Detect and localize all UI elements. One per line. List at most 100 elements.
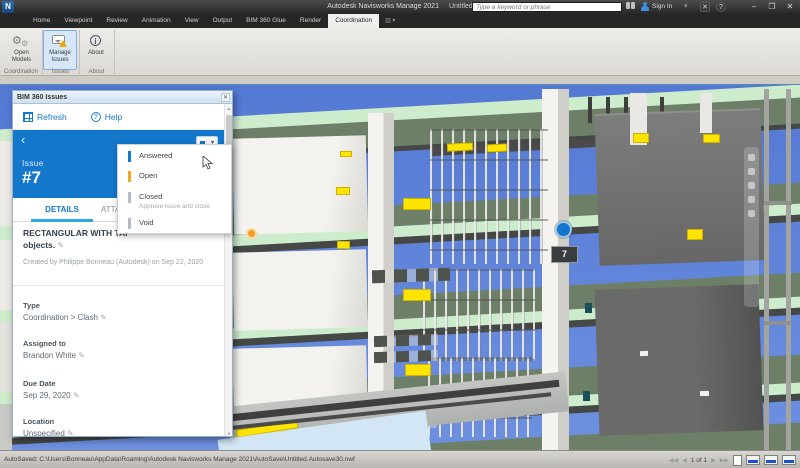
next-sheet-icon[interactable]: ▶ bbox=[711, 457, 716, 464]
field-duedate-label: Due Date bbox=[23, 379, 56, 388]
tab-render[interactable]: Render bbox=[293, 14, 328, 28]
field-assigned-value[interactable]: Brandon White ✎ bbox=[23, 351, 85, 360]
tab-home[interactable]: Home bbox=[26, 14, 57, 28]
issue-status-menu: Answered Open Closed Approve issue and c… bbox=[117, 144, 232, 234]
yellow-equipment bbox=[703, 134, 720, 143]
ribbon-underline bbox=[0, 76, 800, 84]
open-color-bar bbox=[128, 171, 131, 182]
edit-duedate-icon[interactable]: ✎ bbox=[73, 391, 80, 400]
open-models-button[interactable]: ⚙⚙ Open Models bbox=[3, 30, 40, 70]
tab-details[interactable]: DETAILS bbox=[31, 198, 93, 222]
yellow-duct bbox=[447, 142, 473, 151]
closed-color-bar bbox=[128, 192, 131, 203]
yellow-equipment bbox=[337, 241, 350, 249]
group-coordination: Coordination bbox=[0, 68, 42, 76]
fixture bbox=[585, 303, 592, 313]
restore-button[interactable]: ❐ bbox=[766, 2, 778, 12]
first-sheet-icon[interactable]: ◀◀ bbox=[669, 457, 678, 464]
scroll-down-icon[interactable]: ▼ bbox=[225, 429, 233, 437]
window-title: Autodesk Navisworks Manage 2021 Untitled bbox=[0, 0, 800, 14]
menu-item-closed[interactable]: Closed Approve issue and close bbox=[118, 190, 231, 214]
issue-pin-orange[interactable] bbox=[246, 228, 257, 239]
about-button[interactable]: i About bbox=[80, 30, 112, 70]
wall-sliver bbox=[0, 141, 12, 226]
refresh-icon bbox=[23, 112, 33, 122]
cursor-pointer bbox=[202, 156, 214, 170]
edit-location-icon[interactable]: ✎ bbox=[67, 429, 74, 437]
field-type-value[interactable]: Coordination > Clash ✎ bbox=[23, 313, 107, 322]
group-issues: Issues bbox=[42, 68, 79, 76]
minimize-button[interactable]: – bbox=[748, 2, 760, 12]
mullion bbox=[764, 89, 769, 450]
mullion-crossbar bbox=[764, 201, 792, 205]
yellow-equipment bbox=[403, 289, 431, 301]
memory-indicator-icon[interactable] bbox=[782, 455, 796, 465]
panel-close-icon[interactable]: ✕ bbox=[221, 93, 230, 102]
tab-viewpoint[interactable]: Viewpoint bbox=[57, 14, 99, 28]
issue-pin-label[interactable]: 7 bbox=[551, 246, 578, 263]
floor-grille bbox=[372, 268, 450, 284]
tab-output[interactable]: Output bbox=[206, 14, 240, 28]
menu-item-answered[interactable]: Answered bbox=[118, 149, 231, 165]
sheet-browser-icon[interactable] bbox=[733, 455, 742, 466]
floor-grille bbox=[374, 350, 438, 363]
sign-in-caret-icon[interactable]: ▾ bbox=[684, 2, 688, 12]
ribbon-tab-bar: Home Viewpoint Review Animation View Out… bbox=[0, 14, 800, 28]
app-title: Autodesk Navisworks Manage 2021 bbox=[327, 3, 439, 10]
ribbon-group-labels: Coordination Issues About bbox=[0, 68, 800, 76]
yellow-equipment bbox=[405, 364, 431, 376]
yellow-equipment bbox=[403, 198, 431, 210]
user-icon[interactable] bbox=[641, 2, 649, 12]
field-duedate-value[interactable]: Sep 29, 2020 ✎ bbox=[23, 391, 80, 400]
title-bar: N Autodesk Navisworks Manage 2021Untitle… bbox=[0, 0, 800, 14]
issue-pin-blue[interactable] bbox=[555, 221, 572, 238]
void-color-bar bbox=[128, 218, 131, 229]
manage-issues-button[interactable]: Manage Issues bbox=[43, 30, 77, 70]
issue-label: Issue bbox=[22, 158, 44, 168]
edit-summary-icon[interactable]: ✎ bbox=[58, 241, 65, 250]
tab-bim360glue[interactable]: BIM 360 Glue bbox=[239, 14, 293, 28]
edit-assigned-icon[interactable]: ✎ bbox=[78, 351, 85, 360]
issue-details: RECTANGULAR WITH TAP objects. ✎ Created … bbox=[13, 222, 226, 437]
tab-view[interactable]: View bbox=[178, 14, 206, 28]
panel-title[interactable]: BIM 360 Issues bbox=[13, 91, 232, 104]
ribbon-options-icon[interactable]: ▥ ▾ bbox=[379, 14, 401, 28]
document-name: Untitled bbox=[449, 3, 473, 10]
navigation-bar[interactable] bbox=[744, 147, 759, 307]
field-location-value[interactable]: Unspecified ✎ bbox=[23, 429, 74, 437]
last-sheet-icon[interactable]: ▶▶ bbox=[720, 457, 729, 464]
fixture bbox=[700, 391, 709, 396]
help-button[interactable]: ? Help bbox=[91, 112, 122, 122]
tab-coordination[interactable]: Coordination bbox=[328, 14, 379, 28]
floor-grille bbox=[374, 334, 438, 347]
tab-review[interactable]: Review bbox=[99, 14, 134, 28]
search-binoculars-icon[interactable] bbox=[626, 2, 636, 12]
pencil-indicator-icon[interactable] bbox=[746, 455, 760, 465]
mullion-crossbar bbox=[764, 321, 792, 325]
back-icon[interactable]: ‹ bbox=[21, 133, 25, 146]
scroll-up-icon[interactable]: ▲ bbox=[225, 104, 233, 113]
fixture bbox=[583, 391, 590, 401]
sheet-page-indicator: 1 of 1 bbox=[691, 457, 707, 464]
tab-animation[interactable]: Animation bbox=[135, 14, 178, 28]
mullion bbox=[786, 89, 791, 450]
issue-number: #7 bbox=[22, 168, 41, 188]
info-icon: i bbox=[81, 33, 111, 50]
close-button[interactable]: ✕ bbox=[784, 2, 796, 12]
slab-sliver bbox=[0, 226, 12, 240]
yellow-equipment bbox=[340, 151, 352, 157]
edit-type-icon[interactable]: ✎ bbox=[100, 313, 107, 322]
refresh-button[interactable]: Refresh bbox=[23, 112, 67, 122]
status-bar: AutoSaved: C:\Users\Bonneau\AppData\Roam… bbox=[0, 450, 800, 468]
app-store-icon[interactable]: ✕ bbox=[700, 2, 710, 12]
disk-indicator-icon[interactable] bbox=[764, 455, 778, 465]
sign-in-button[interactable]: Sign In bbox=[652, 2, 672, 12]
issue-bubble-icon bbox=[44, 33, 76, 50]
menu-item-void[interactable]: Void bbox=[118, 216, 231, 232]
help-icon[interactable]: ? bbox=[716, 2, 726, 12]
field-location-label: Location bbox=[23, 417, 54, 426]
search-input[interactable] bbox=[472, 2, 622, 12]
answered-color-bar bbox=[128, 151, 131, 162]
prev-sheet-icon[interactable]: ◀ bbox=[682, 457, 687, 464]
menu-item-open[interactable]: Open bbox=[118, 169, 231, 185]
